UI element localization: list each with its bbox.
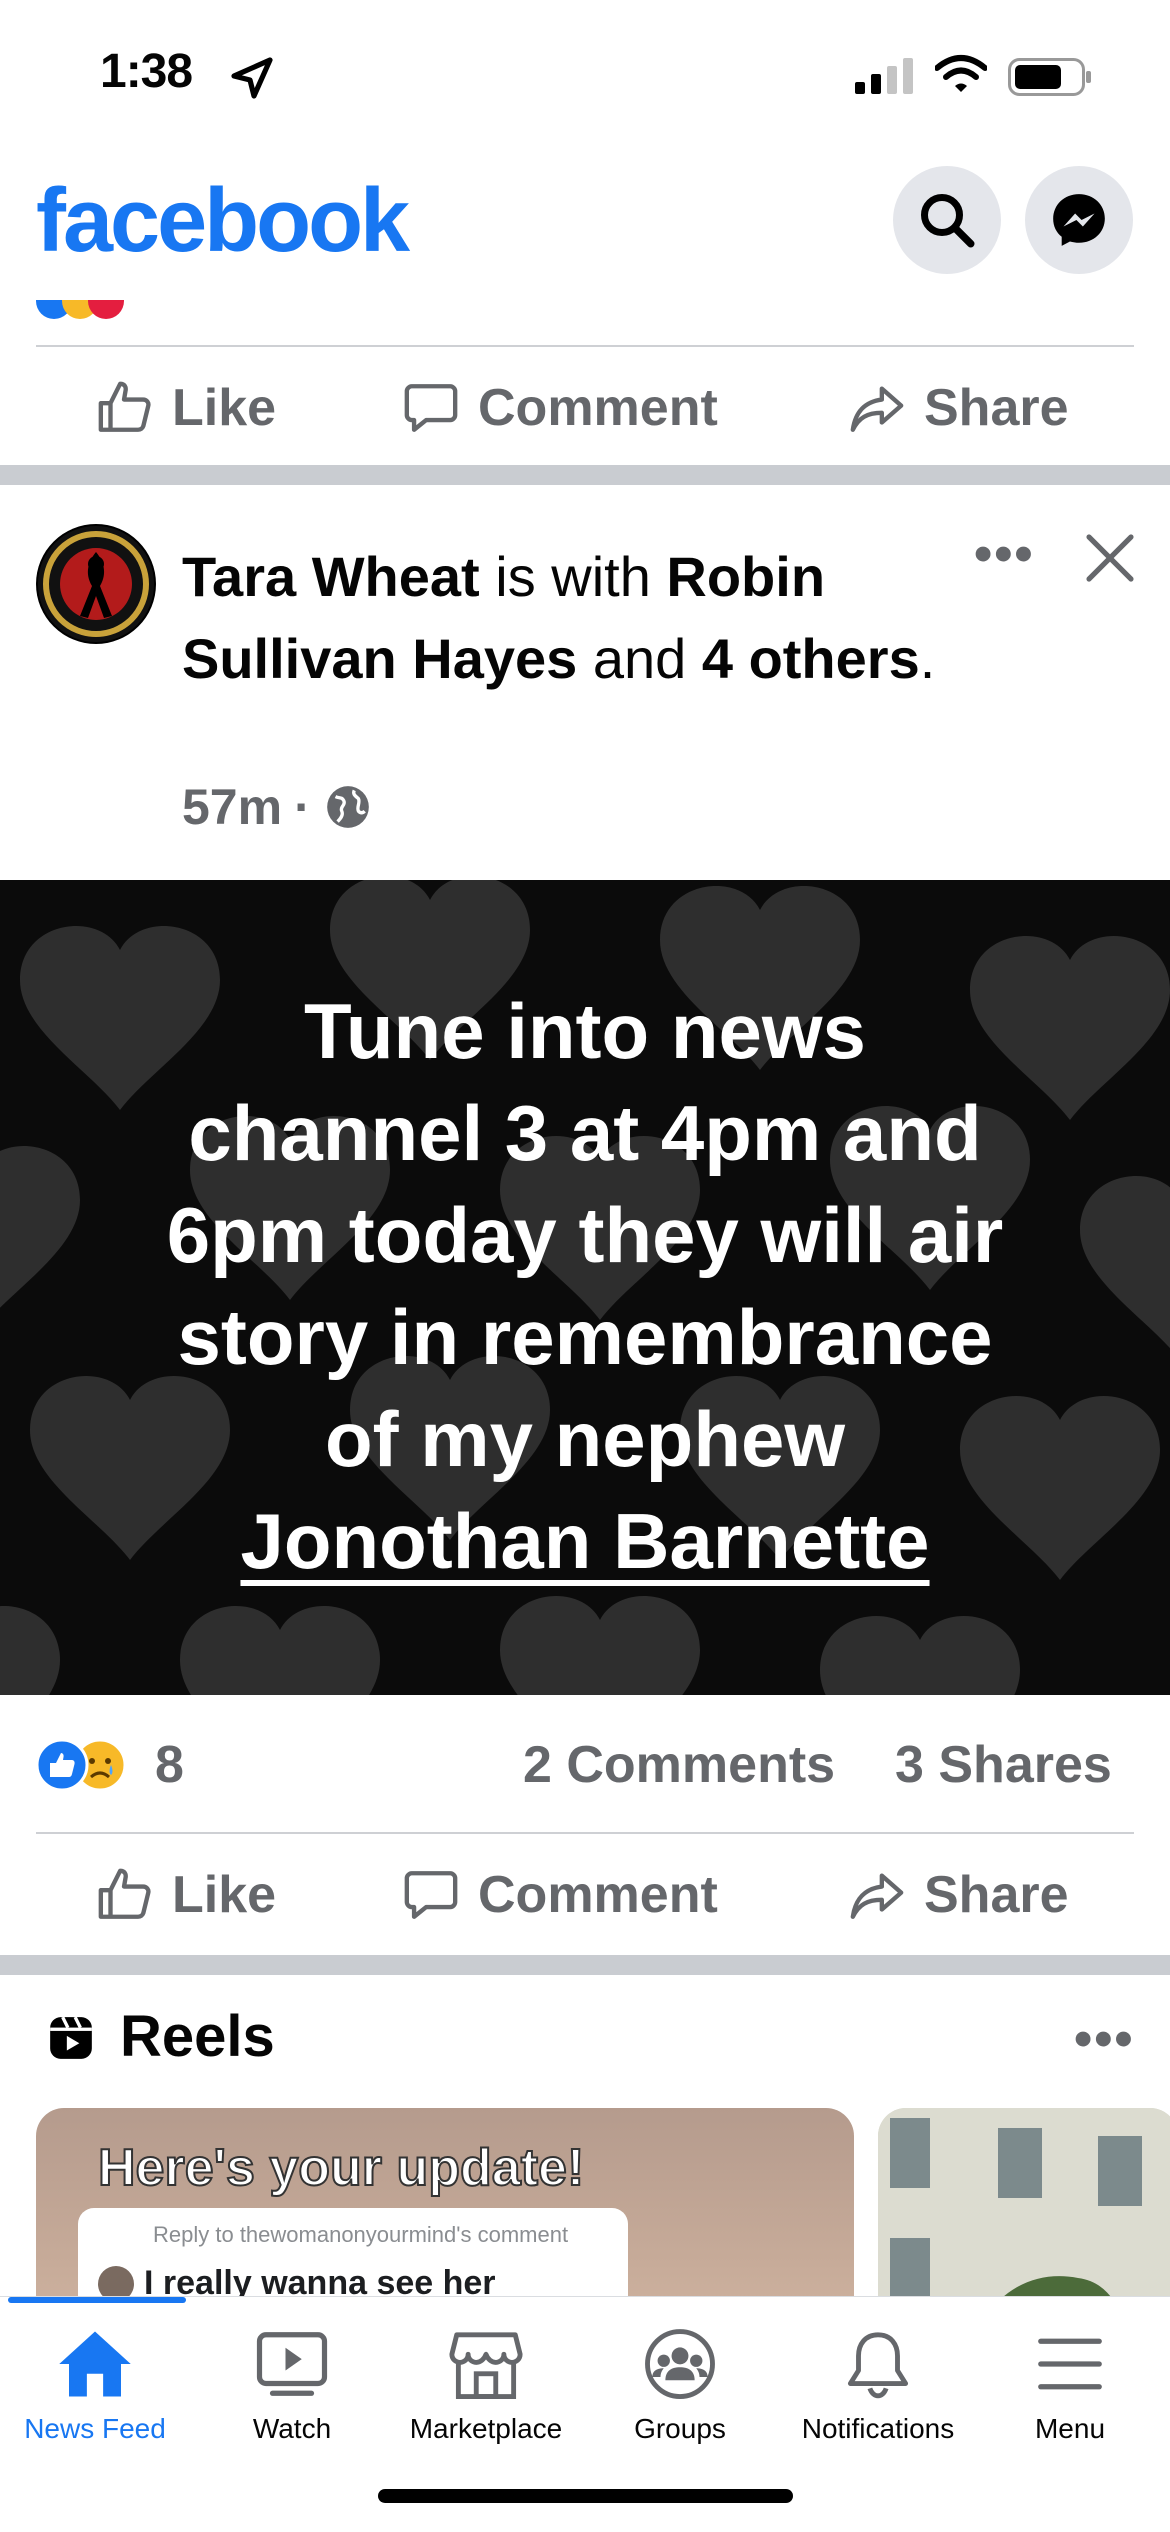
- home-indicator[interactable]: [378, 2489, 793, 2503]
- tab-label: Notifications: [801, 2413, 955, 2444]
- divider: [36, 345, 1134, 347]
- share-icon: [850, 1873, 904, 1919]
- tagged-others[interactable]: 4 others: [702, 627, 920, 690]
- search-icon: [921, 194, 975, 248]
- shares-count[interactable]: 3 Shares: [895, 1735, 1112, 1795]
- app-header: facebook: [0, 150, 1170, 300]
- messenger-button[interactable]: [1025, 166, 1133, 274]
- like-button[interactable]: Like: [96, 1865, 276, 1925]
- watch-icon: [256, 2332, 328, 2396]
- tab-news-feed[interactable]: News Feed: [0, 2327, 195, 2477]
- marketplace-icon: [449, 2332, 523, 2399]
- post-meta: 57m ·: [182, 778, 373, 836]
- reel-headline: Here's your update!: [97, 2138, 585, 2198]
- home-icon: [59, 2331, 131, 2397]
- tab-label: News Feed: [24, 2413, 166, 2444]
- feed-separator: [0, 1955, 1170, 1975]
- and-text: and: [577, 627, 702, 690]
- comment-icon: [404, 384, 458, 432]
- share-button[interactable]: Share: [848, 378, 1069, 438]
- reels-header: Reels •••: [0, 1975, 1170, 2085]
- groups-icon: [645, 2329, 715, 2399]
- post-more-options-icon[interactable]: •••: [974, 524, 1035, 584]
- image-text-line: story in remembrance: [177, 1293, 993, 1381]
- messenger-icon: [1053, 194, 1105, 246]
- reaction-icons[interactable]: [36, 1737, 136, 1793]
- menu-icon: [1038, 2338, 1102, 2390]
- image-text-name: Jonothan Barnette: [240, 1497, 930, 1585]
- previous-post-actions: Like Comment Share: [0, 348, 1170, 465]
- comment-button[interactable]: Comment: [402, 378, 718, 438]
- tab-notifications[interactable]: Notifications: [778, 2327, 978, 2477]
- like-button[interactable]: Like: [96, 378, 276, 438]
- with-text: is with: [479, 545, 667, 608]
- reel-reply-to: Reply to thewomanonyourmind's comment: [153, 2222, 569, 2247]
- share-button[interactable]: Share: [848, 1865, 1069, 1925]
- post-image[interactable]: Tune into news channel 3 at 4pm and 6pm …: [0, 880, 1170, 1695]
- author-line-end: .: [919, 627, 936, 690]
- facebook-logo[interactable]: facebook: [36, 170, 410, 273]
- share-icon: [850, 386, 904, 432]
- tab-groups[interactable]: Groups: [580, 2327, 780, 2477]
- comment-button[interactable]: Comment: [402, 1865, 718, 1925]
- battery-icon: [1008, 58, 1091, 96]
- image-text-line: channel 3 at 4pm and: [188, 1089, 982, 1177]
- like-label: Like: [172, 1866, 277, 1924]
- tab-label: Marketplace: [409, 2413, 563, 2444]
- bell-icon: [847, 2332, 909, 2399]
- post-time[interactable]: 57m: [182, 778, 282, 836]
- globe-icon: [326, 786, 369, 828]
- status-bar: 1:38: [0, 0, 1170, 150]
- tab-label: Groups: [634, 2413, 726, 2444]
- thumbs-up-icon: [98, 381, 151, 432]
- reels-icon: [50, 2016, 92, 2059]
- comment-label: Comment: [478, 1866, 718, 1924]
- previous-post-stats-cutoff: [36, 300, 1136, 320]
- previous-post: Like Comment Share: [0, 300, 1170, 465]
- like-label: Like: [172, 379, 277, 437]
- divider: [36, 1832, 1134, 1834]
- image-text-line: Tune into news: [304, 987, 866, 1075]
- author-avatar[interactable]: [36, 524, 156, 644]
- comments-count[interactable]: 2 Comments: [523, 1735, 835, 1795]
- post-header: Tara Wheat is with Robin Sullivan Hayes …: [0, 488, 1170, 880]
- thumbs-up-icon: [98, 1868, 151, 1919]
- post-actions: Like Comment Share: [0, 1835, 1170, 1955]
- tab-label: Watch: [252, 2413, 332, 2444]
- comment-icon: [404, 1871, 458, 1919]
- author-name[interactable]: Tara Wheat: [182, 545, 480, 608]
- share-label: Share: [924, 1866, 1069, 1924]
- tab-label: Menu: [1034, 2413, 1106, 2444]
- wifi-icon: [935, 55, 987, 92]
- post-author-line: Tara Wheat is with Robin Sullivan Hayes …: [182, 536, 942, 700]
- tab-watch[interactable]: Watch: [192, 2327, 392, 2477]
- post-reactions-row: 8 2 Comments 3 Shares: [0, 1695, 1170, 1830]
- active-tab-indicator: [8, 2297, 186, 2303]
- close-icon[interactable]: [1082, 530, 1138, 586]
- comment-label: Comment: [478, 379, 718, 437]
- image-text-line: 6pm today they will air: [166, 1191, 1004, 1279]
- search-button[interactable]: [893, 166, 1001, 274]
- tab-menu[interactable]: Menu: [970, 2327, 1170, 2477]
- share-label: Share: [924, 379, 1069, 437]
- post-image-text: Tune into news channel 3 at 4pm and 6pm …: [40, 980, 1130, 1592]
- feed-separator: [0, 465, 1170, 485]
- marine-corps-emblem-icon: [38, 526, 154, 642]
- tab-marketplace[interactable]: Marketplace: [386, 2327, 586, 2477]
- reaction-count[interactable]: 8: [155, 1735, 184, 1795]
- reels-more-options-icon[interactable]: •••: [1074, 2009, 1135, 2069]
- status-time: 1:38: [100, 45, 193, 98]
- location-arrow-icon: [231, 57, 273, 99]
- meta-separator: ·: [294, 779, 311, 835]
- reels-title: Reels: [120, 2004, 275, 2069]
- image-text-line: of my nephew: [324, 1395, 846, 1483]
- cellular-signal-icon: [855, 58, 913, 94]
